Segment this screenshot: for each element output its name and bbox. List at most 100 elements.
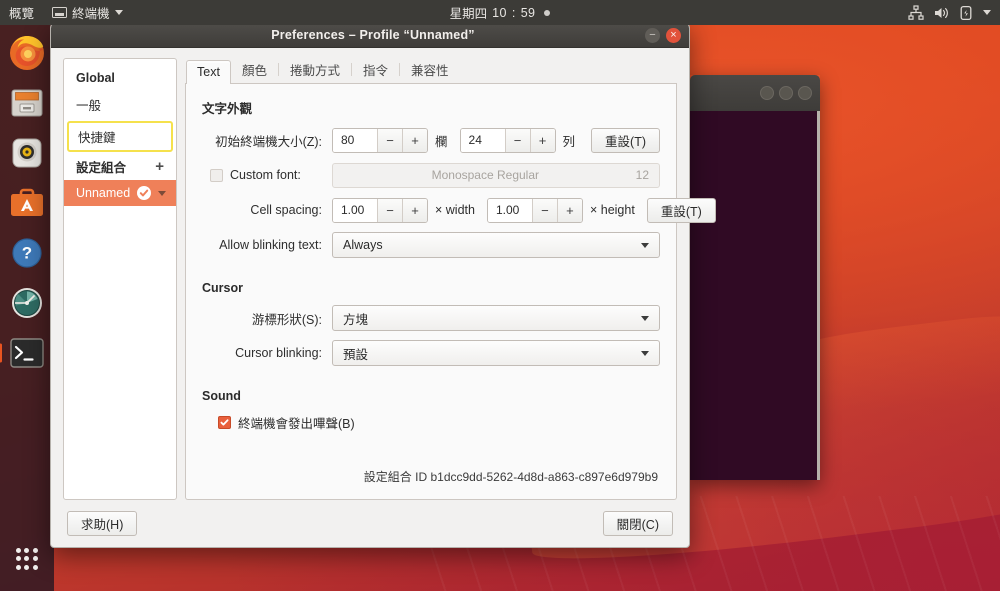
close-button[interactable]: ×: [666, 27, 681, 43]
dialog-titlebar[interactable]: Preferences – Profile “Unnamed” − ×: [51, 23, 689, 48]
cell-width-unit-label: × width: [435, 203, 475, 217]
disk-usage-analyzer-icon: [12, 288, 42, 318]
tab-colors[interactable]: 顏色: [231, 55, 278, 84]
dock-item-terminal[interactable]: [5, 331, 49, 375]
columns-spinner[interactable]: 80 − +: [332, 127, 428, 153]
show-applications-grid-icon[interactable]: [5, 537, 49, 581]
row-cell-spacing: Cell spacing: 1.00 − + × width 1.00 − +: [202, 197, 716, 223]
dialog-footer: 求助(H) 關閉(C): [51, 500, 689, 547]
custom-font-checkbox-row[interactable]: Custom font:: [202, 168, 332, 182]
maximize-icon[interactable]: [779, 86, 793, 100]
dock-item-firefox[interactable]: [5, 31, 49, 75]
cell-width-decrement-button[interactable]: −: [377, 198, 402, 222]
clock-separator: :: [511, 5, 516, 20]
notification-dot-icon: [544, 9, 551, 16]
help-button[interactable]: 求助(H): [67, 511, 138, 536]
close-dialog-button[interactable]: 關閉(C): [602, 511, 673, 536]
sidebar-item-shortcuts[interactable]: 快捷鍵: [67, 121, 173, 152]
chevron-down-icon[interactable]: [158, 190, 167, 196]
system-tray[interactable]: [908, 0, 996, 25]
tab-compatibility[interactable]: 兼容性: [400, 55, 460, 84]
cell-height-decrement-button[interactable]: −: [531, 198, 557, 222]
minimize-icon[interactable]: [760, 86, 774, 100]
app-menu-label: 終端機: [72, 7, 110, 21]
row-cursor-blinking: Cursor blinking: 預設: [202, 340, 660, 366]
cursor-shape-dropdown[interactable]: 方塊: [332, 305, 660, 331]
columns-value[interactable]: 80: [333, 128, 377, 152]
sidebar-item-profile-unnamed[interactable]: Unnamed: [64, 180, 176, 206]
font-size-label: 12: [635, 168, 649, 182]
dock-item-ubuntu-software[interactable]: [5, 181, 49, 225]
cursor-blinking-value: 預設: [343, 347, 369, 362]
reset-terminal-size-button[interactable]: 重設(T): [591, 127, 660, 153]
rows-unit-label: 列: [562, 134, 576, 149]
tab-command[interactable]: 指令: [352, 55, 399, 84]
font-name-label: Monospace Regular: [431, 168, 540, 182]
row-terminal-size: 初始終端機大小(Z): 80 − + 欄 24 − + 列 重設(T): [202, 127, 660, 153]
terminal-bell-checkbox[interactable]: [218, 416, 231, 429]
dialog-body: Global 一般 快捷鍵 設定組合 + Unnamed Text 顏色 捲動方…: [51, 48, 716, 500]
font-chooser-button[interactable]: Monospace Regular 12: [332, 162, 660, 188]
chevron-down-icon: [641, 315, 649, 321]
launcher-dock: ?: [0, 25, 54, 591]
background-terminal-window[interactable]: [690, 75, 820, 480]
background-terminal-body[interactable]: [690, 111, 820, 480]
profile-id-value: b1dcc9dd-5262-4d8d-a863-c897e6d979b9: [430, 470, 658, 484]
allow-blinking-text-dropdown[interactable]: Always: [332, 232, 660, 258]
top-bar: 概覽 終端機 星期四 10 : 59: [0, 0, 1000, 25]
minimize-button[interactable]: −: [645, 27, 660, 43]
tab-text[interactable]: Text: [186, 60, 231, 84]
cell-height-spinner[interactable]: 1.00 − +: [486, 197, 583, 223]
help-icon: ?: [12, 238, 42, 268]
row-terminal-bell[interactable]: 終端機會發出嗶聲(B): [202, 413, 660, 432]
files-icon: [11, 89, 43, 117]
sidebar-heading-profiles-label: 設定組合: [76, 161, 127, 175]
sidebar-heading-profiles: 設定組合 +: [64, 153, 176, 180]
close-icon[interactable]: [798, 86, 812, 100]
firefox-icon: [10, 36, 44, 70]
profile-name-label: Unnamed: [76, 186, 131, 200]
custom-font-label: Custom font:: [230, 168, 301, 182]
sidebar-item-general[interactable]: 一般: [64, 89, 176, 120]
columns-decrement-button[interactable]: −: [377, 128, 402, 152]
cursor-blinking-label: Cursor blinking:: [235, 346, 322, 360]
profile-id-row: 設定組合 ID b1dcc9dd-5262-4d8d-a863-c897e6d9…: [202, 462, 660, 491]
terminal-bell-label: 終端機會發出嗶聲(B): [238, 417, 355, 431]
cell-spacing-label: Cell spacing:: [250, 203, 322, 217]
rows-value[interactable]: 24: [460, 128, 505, 152]
cell-width-increment-button[interactable]: +: [402, 198, 427, 222]
activities-label: 概覽: [9, 7, 35, 21]
custom-font-checkbox[interactable]: [210, 168, 223, 182]
power-icon: [960, 5, 972, 20]
preferences-dialog: Preferences – Profile “Unnamed” − × Glob…: [50, 22, 716, 548]
activities-button[interactable]: 概覽: [0, 0, 43, 25]
reset-cell-spacing-button[interactable]: 重設(T): [646, 197, 716, 223]
cell-width-spinner[interactable]: 1.00 − +: [332, 197, 428, 223]
terminal-size-label: 初始終端機大小(Z):: [215, 134, 322, 149]
dock-item-files[interactable]: [5, 81, 49, 125]
dock-item-disk-usage-analyzer[interactable]: [5, 281, 49, 325]
cell-height-value[interactable]: 1.00: [487, 198, 532, 222]
columns-increment-button[interactable]: +: [402, 128, 427, 152]
tab-scrolling[interactable]: 捲動方式: [279, 55, 351, 84]
background-window-titlebar[interactable]: [690, 75, 820, 111]
cell-width-value[interactable]: 1.00: [333, 198, 377, 222]
chevron-down-icon[interactable]: [983, 10, 991, 15]
app-menu-button[interactable]: 終端機: [43, 0, 132, 25]
rows-increment-button[interactable]: +: [529, 128, 555, 152]
rows-decrement-button[interactable]: −: [504, 128, 530, 152]
add-profile-button[interactable]: +: [153, 159, 166, 174]
row-allow-blinking-text: Allow blinking text: Always: [202, 232, 660, 258]
cursor-blinking-dropdown[interactable]: 預設: [332, 340, 660, 366]
tab-bar: Text 顏色 捲動方式 指令 兼容性: [185, 58, 677, 84]
check-icon: [137, 186, 152, 200]
section-title-text-appearance: 文字外觀: [202, 102, 253, 116]
dock-item-rhythmbox[interactable]: [5, 131, 49, 175]
cursor-shape-value: 方塊: [343, 312, 369, 327]
preferences-pane: Text 顏色 捲動方式 指令 兼容性 文字外觀 初始終端機大小(Z): 80 …: [185, 58, 716, 500]
cell-height-increment-button[interactable]: +: [556, 198, 582, 222]
cell-height-unit-label: × height: [589, 203, 635, 217]
dock-item-help[interactable]: ?: [5, 231, 49, 275]
rows-spinner[interactable]: 24 − +: [459, 127, 556, 153]
clock-area[interactable]: 星期四 10 : 59: [0, 0, 1000, 25]
